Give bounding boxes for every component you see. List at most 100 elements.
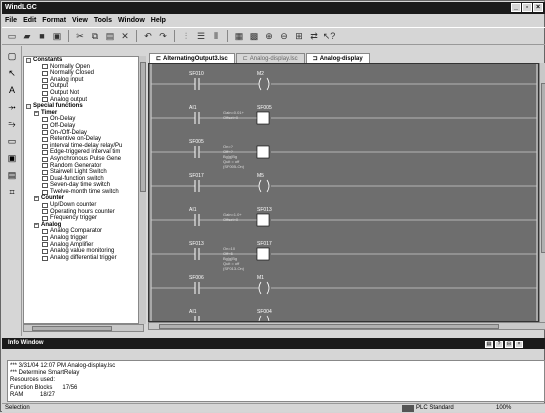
menu-help[interactable]: Help — [151, 15, 166, 26]
print-icon[interactable]: ▣ — [51, 30, 63, 42]
fbd-icon: ⊐ — [312, 55, 318, 62]
tree-item[interactable]: Analog trigger — [24, 235, 143, 242]
tab-analog-display-lsc[interactable]: ⊏ Analog-display.lsc — [235, 53, 305, 63]
tree-category[interactable]: Constants — [24, 57, 143, 64]
block-type-icon — [42, 123, 48, 129]
tree-category[interactable]: Special functions — [24, 103, 143, 110]
tree-item[interactable]: Off-Delay — [24, 123, 143, 130]
co-block-icon[interactable]: ▭ — [5, 134, 19, 148]
canvas-horizontal-scrollbar[interactable] — [148, 322, 545, 330]
zoom-fit-icon[interactable]: ⊞ — [293, 30, 305, 42]
info-close-icon[interactable]: × — [515, 341, 523, 348]
tree-item[interactable]: Twelve-month time switch — [24, 189, 143, 196]
block-parameter: (SF005-On) — [223, 164, 245, 169]
gf-block-icon[interactable]: ▣ — [5, 151, 19, 165]
menu-file[interactable]: File — [5, 15, 17, 26]
open-icon[interactable]: ▰ — [21, 30, 33, 42]
scroll-thumb[interactable] — [541, 83, 545, 253]
tree-item[interactable]: Analog input — [24, 77, 143, 84]
block-type-icon — [42, 117, 48, 123]
tab-analog-display[interactable]: ⊐ Analog-display — [305, 53, 370, 63]
tree-item[interactable]: Analog Amplifier — [24, 242, 143, 249]
align-left-icon[interactable]: ⫶ — [180, 30, 192, 42]
tree-item[interactable]: Normally Open — [24, 64, 143, 71]
info-dock-icon[interactable]: ⊟ — [505, 341, 513, 348]
canvas-vertical-scrollbar[interactable] — [539, 63, 545, 322]
tree-item[interactable]: Stairwell Light Switch — [24, 169, 143, 176]
tree-item-label: Timer — [41, 109, 58, 116]
tree-item[interactable]: Edge-triggered interval tim — [24, 149, 143, 156]
tree-category[interactable]: − Timer — [24, 110, 143, 117]
tree-item[interactable]: Up/Down counter — [24, 202, 143, 209]
transfer-icon[interactable]: ⇄ — [308, 30, 320, 42]
ladder-diagram-canvas[interactable]: SF010 M2 AI1 SF005 Gain=0.01+ Offset=0 SF005 On… — [148, 63, 539, 322]
tree-item[interactable]: interval time-delay relay/Pu — [24, 143, 143, 150]
select-all-icon[interactable]: ▩ — [248, 30, 260, 42]
block-type-icon — [42, 97, 48, 103]
tree-category[interactable]: − Counter — [24, 195, 143, 202]
undo-icon[interactable]: ↶ — [142, 30, 154, 42]
tree-item[interactable]: On-/Off-Delay — [24, 130, 143, 137]
app-window: WindLGC _ ▫ × File Edit Format View Tool… — [0, 0, 545, 412]
tree-item[interactable]: Asynchronous Pulse Gene — [24, 156, 143, 163]
tree-item[interactable]: Analog differential trigger — [24, 255, 143, 262]
menu-format[interactable]: Format — [42, 15, 66, 26]
tree-item[interactable]: Operating hours counter — [24, 209, 143, 216]
tree-item-label: On-Delay — [50, 116, 76, 123]
constants-tool-icon[interactable]: ▢ — [5, 49, 19, 63]
scroll-thumb[interactable] — [159, 324, 499, 329]
menu-tools[interactable]: Tools — [94, 15, 112, 26]
minimize-icon[interactable]: _ — [511, 3, 521, 12]
scroll-thumb[interactable] — [140, 62, 146, 192]
zoom-out-icon[interactable]: ⊖ — [278, 30, 290, 42]
pointer-icon[interactable]: ↖ — [5, 66, 19, 80]
maximize-icon[interactable]: ▫ — [522, 3, 532, 12]
zoom-in-icon[interactable]: ⊕ — [263, 30, 275, 42]
tree-item[interactable]: Analog Comparator — [24, 228, 143, 235]
save-icon[interactable]: ■ — [36, 30, 48, 42]
menu-edit[interactable]: Edit — [23, 15, 36, 26]
contact-label: AI1 — [189, 207, 197, 213]
split-tool-icon[interactable]: ⥲ — [5, 117, 19, 131]
tree-item[interactable]: Analog output — [24, 97, 143, 104]
sf-block-icon[interactable]: ▤ — [5, 168, 19, 182]
tree-item[interactable]: Dual-function switch — [24, 176, 143, 183]
help-pointer-icon[interactable]: ↖? — [323, 30, 336, 42]
paste-icon[interactable]: ▤ — [104, 30, 116, 42]
delete-icon[interactable]: ✕ — [119, 30, 131, 42]
tree-category[interactable]: − Analog — [24, 222, 143, 229]
align-center-icon[interactable]: ☰ — [195, 30, 207, 42]
tree-vertical-scrollbar[interactable] — [138, 56, 146, 324]
tree-item[interactable]: Normally Closed — [24, 70, 143, 77]
tree-horizontal-scrollbar[interactable] — [23, 324, 144, 332]
block-type-icon — [42, 163, 48, 169]
new-icon[interactable]: ▭ — [6, 30, 18, 42]
tree-item[interactable]: Random Generator — [24, 163, 143, 170]
tree-item-label: Analog value monitoring — [50, 248, 115, 255]
menu-window[interactable]: Window — [118, 15, 145, 26]
scroll-thumb[interactable] — [32, 326, 112, 331]
toolbar-separator — [227, 30, 228, 42]
tree-item[interactable]: On-Delay — [24, 116, 143, 123]
text-tool-icon[interactable]: A — [5, 83, 19, 97]
tree-item[interactable]: Output — [24, 83, 143, 90]
tree-item[interactable]: Analog value monitoring — [24, 248, 143, 255]
info-help-icon[interactable]: ? — [495, 341, 503, 348]
cut-icon[interactable]: ✂ — [74, 30, 86, 42]
connect-tool-icon[interactable]: ⤞ — [5, 100, 19, 114]
grid-icon[interactable]: ▦ — [233, 30, 245, 42]
redo-icon[interactable]: ↷ — [157, 30, 169, 42]
close-icon[interactable]: × — [533, 3, 543, 12]
tree-item[interactable]: Output Not — [24, 90, 143, 97]
tree-item[interactable]: Seven-day time switch — [24, 182, 143, 189]
copy-icon[interactable]: ⧉ — [89, 30, 101, 42]
simulation-icon[interactable]: ⌗ — [5, 185, 19, 199]
info-window-title: Info Window — [8, 340, 44, 346]
tree-item[interactable]: Retentive on-Delay — [24, 136, 143, 143]
tab-alternating-output[interactable]: ⊏ AlternatingOutput3.lsc — [149, 53, 235, 63]
align-right-icon[interactable]: ⫴ — [210, 30, 222, 42]
info-clear-icon[interactable]: ▤ — [485, 341, 493, 348]
tree-item-label: Dual-function switch — [50, 175, 104, 182]
menu-view[interactable]: View — [72, 15, 88, 26]
tree-item[interactable]: Frequency trigger — [24, 215, 143, 222]
